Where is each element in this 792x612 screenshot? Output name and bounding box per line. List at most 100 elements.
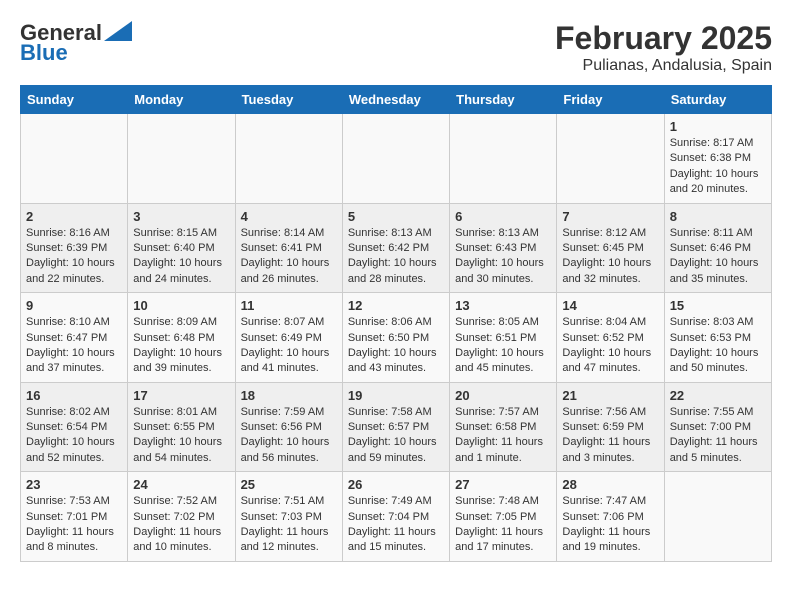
calendar-cell: 10 Sunrise: 8:09 AMSunset: 6:48 PMDayligh… [128, 293, 235, 383]
calendar-week-3: 9 Sunrise: 8:10 AMSunset: 6:47 PMDaylight… [21, 293, 772, 383]
calendar-cell [450, 114, 557, 204]
calendar-cell [235, 114, 342, 204]
calendar-cell: 18 Sunrise: 7:59 AMSunset: 6:56 PMDayligh… [235, 382, 342, 472]
calendar-subtitle: Pulianas, Andalusia, Spain [555, 57, 772, 75]
day-number: 13 [455, 298, 551, 313]
day-number: 24 [133, 477, 229, 492]
calendar-cell [342, 114, 449, 204]
calendar-cell: 14Sunrise: 8:04 AMSunset: 6:52 PMDayligh… [557, 293, 664, 383]
calendar-table: SundayMondayTuesdayWednesdayThursdayFrid… [20, 85, 772, 562]
calendar-cell: 6 Sunrise: 8:13 AMSunset: 6:43 PMDaylight… [450, 203, 557, 293]
cell-content: Sunrise: 7:59 AMSunset: 6:56 PMDaylight:… [241, 406, 330, 464]
cell-content: Sunrise: 7:47 AMSunset: 7:06 PMDaylight:… [562, 495, 650, 553]
day-number: 18 [241, 388, 337, 403]
calendar-cell: 17Sunrise: 8:01 AMSunset: 6:55 PMDayligh… [128, 382, 235, 472]
calendar-cell: 8 Sunrise: 8:11 AMSunset: 6:46 PMDaylight… [664, 203, 771, 293]
cell-content: Sunrise: 8:02 AMSunset: 6:54 PMDaylight:… [26, 406, 115, 464]
day-number: 20 [455, 388, 551, 403]
day-number: 10 [133, 298, 229, 313]
calendar-cell: 11 Sunrise: 8:07 AMSunset: 6:49 PMDayligh… [235, 293, 342, 383]
cell-content: Sunrise: 7:49 AMSunset: 7:04 PMDaylight:… [348, 495, 436, 553]
calendar-cell: 16Sunrise: 8:02 AMSunset: 6:54 PMDayligh… [21, 382, 128, 472]
cell-content: Sunrise: 7:51 AMSunset: 7:03 PMDaylight:… [241, 495, 329, 553]
calendar-cell: 5 Sunrise: 8:13 AMSunset: 6:42 PMDaylight… [342, 203, 449, 293]
cell-content: Sunrise: 8:12 AMSunset: 6:45 PMDaylight:… [562, 227, 651, 285]
calendar-title: February 2025 [555, 20, 772, 57]
day-number: 15 [670, 298, 766, 313]
cell-content: Sunrise: 8:13 AMSunset: 6:43 PMDaylight:… [455, 227, 544, 285]
calendar-header-row: SundayMondayTuesdayWednesdayThursdayFrid… [21, 86, 772, 114]
calendar-cell: 12 Sunrise: 8:06 AMSunset: 6:50 PMDayligh… [342, 293, 449, 383]
header-sunday: Sunday [21, 86, 128, 114]
cell-content: Sunrise: 7:57 AMSunset: 6:58 PMDaylight:… [455, 406, 543, 464]
logo-icon [104, 21, 132, 41]
calendar-cell: 24 Sunrise: 7:52 AMSunset: 7:02 PMDayligh… [128, 472, 235, 562]
cell-content: Sunrise: 7:56 AMSunset: 6:59 PMDaylight:… [562, 406, 650, 464]
day-number: 26 [348, 477, 444, 492]
calendar-cell [21, 114, 128, 204]
day-number: 23 [26, 477, 122, 492]
day-number: 12 [348, 298, 444, 313]
calendar-cell: 7 Sunrise: 8:12 AMSunset: 6:45 PMDaylight… [557, 203, 664, 293]
header-wednesday: Wednesday [342, 86, 449, 114]
header-friday: Friday [557, 86, 664, 114]
calendar-week-2: 2 Sunrise: 8:16 AMSunset: 6:39 PMDaylight… [21, 203, 772, 293]
cell-content: Sunrise: 8:03 AMSunset: 6:53 PMDaylight:… [670, 316, 759, 374]
calendar-cell [128, 114, 235, 204]
calendar-cell [557, 114, 664, 204]
day-number: 25 [241, 477, 337, 492]
calendar-cell: 25 Sunrise: 7:51 AMSunset: 7:03 PMDayligh… [235, 472, 342, 562]
calendar-cell: 23 Sunrise: 7:53 AMSunset: 7:01 PMDayligh… [21, 472, 128, 562]
calendar-week-5: 23 Sunrise: 7:53 AMSunset: 7:01 PMDayligh… [21, 472, 772, 562]
cell-content: Sunrise: 8:09 AMSunset: 6:48 PMDaylight:… [133, 316, 222, 374]
day-number: 19 [348, 388, 444, 403]
day-number: 22 [670, 388, 766, 403]
calendar-cell: 1 Sunrise: 8:17 AMSunset: 6:38 PMDaylight… [664, 114, 771, 204]
cell-content: Sunrise: 8:15 AMSunset: 6:40 PMDaylight:… [133, 227, 222, 285]
cell-content: Sunrise: 8:07 AMSunset: 6:49 PMDaylight:… [241, 316, 330, 374]
day-number: 5 [348, 209, 444, 224]
day-number: 2 [26, 209, 122, 224]
calendar-cell: 13 Sunrise: 8:05 AMSunset: 6:51 PMDayligh… [450, 293, 557, 383]
cell-content: Sunrise: 7:52 AMSunset: 7:02 PMDaylight:… [133, 495, 221, 553]
day-number: 1 [670, 119, 766, 134]
calendar-cell: 19 Sunrise: 7:58 AMSunset: 6:57 PMDayligh… [342, 382, 449, 472]
cell-content: Sunrise: 8:17 AMSunset: 6:38 PMDaylight:… [670, 137, 759, 195]
cell-content: Sunrise: 7:58 AMSunset: 6:57 PMDaylight:… [348, 406, 437, 464]
cell-content: Sunrise: 8:10 AMSunset: 6:47 PMDaylight:… [26, 316, 115, 374]
calendar-cell: 22 Sunrise: 7:55 AMSunset: 7:00 PMDayligh… [664, 382, 771, 472]
header-thursday: Thursday [450, 86, 557, 114]
day-number: 6 [455, 209, 551, 224]
calendar-week-4: 16Sunrise: 8:02 AMSunset: 6:54 PMDayligh… [21, 382, 772, 472]
header-saturday: Saturday [664, 86, 771, 114]
cell-content: Sunrise: 7:53 AMSunset: 7:01 PMDaylight:… [26, 495, 114, 553]
calendar-cell: 4Sunrise: 8:14 AMSunset: 6:41 PMDaylight… [235, 203, 342, 293]
page-header: General Blue February 2025 Pulianas, And… [20, 20, 772, 75]
cell-content: Sunrise: 8:11 AMSunset: 6:46 PMDaylight:… [670, 227, 759, 285]
day-number: 14 [562, 298, 658, 313]
cell-content: Sunrise: 8:14 AMSunset: 6:41 PMDaylight:… [241, 227, 330, 285]
day-number: 28 [562, 477, 658, 492]
day-number: 8 [670, 209, 766, 224]
calendar-cell: 28 Sunrise: 7:47 AMSunset: 7:06 PMDayligh… [557, 472, 664, 562]
calendar-cell [664, 472, 771, 562]
calendar-cell: 2 Sunrise: 8:16 AMSunset: 6:39 PMDaylight… [21, 203, 128, 293]
calendar-cell: 21 Sunrise: 7:56 AMSunset: 6:59 PMDayligh… [557, 382, 664, 472]
calendar-cell: 27Sunrise: 7:48 AMSunset: 7:05 PMDayligh… [450, 472, 557, 562]
day-number: 9 [26, 298, 122, 313]
cell-content: Sunrise: 8:16 AMSunset: 6:39 PMDaylight:… [26, 227, 115, 285]
logo-blue: Blue [20, 40, 68, 66]
cell-content: Sunrise: 8:13 AMSunset: 6:42 PMDaylight:… [348, 227, 437, 285]
calendar-cell: 26 Sunrise: 7:49 AMSunset: 7:04 PMDayligh… [342, 472, 449, 562]
calendar-week-1: 1 Sunrise: 8:17 AMSunset: 6:38 PMDaylight… [21, 114, 772, 204]
calendar-cell: 15 Sunrise: 8:03 AMSunset: 6:53 PMDayligh… [664, 293, 771, 383]
cell-content: Sunrise: 8:05 AMSunset: 6:51 PMDaylight:… [455, 316, 544, 374]
day-number: 21 [562, 388, 658, 403]
cell-content: Sunrise: 7:55 AMSunset: 7:00 PMDaylight:… [670, 406, 758, 464]
cell-content: Sunrise: 8:06 AMSunset: 6:50 PMDaylight:… [348, 316, 437, 374]
header-tuesday: Tuesday [235, 86, 342, 114]
day-number: 7 [562, 209, 658, 224]
day-number: 11 [241, 298, 337, 313]
day-number: 27 [455, 477, 551, 492]
day-number: 17 [133, 388, 229, 403]
